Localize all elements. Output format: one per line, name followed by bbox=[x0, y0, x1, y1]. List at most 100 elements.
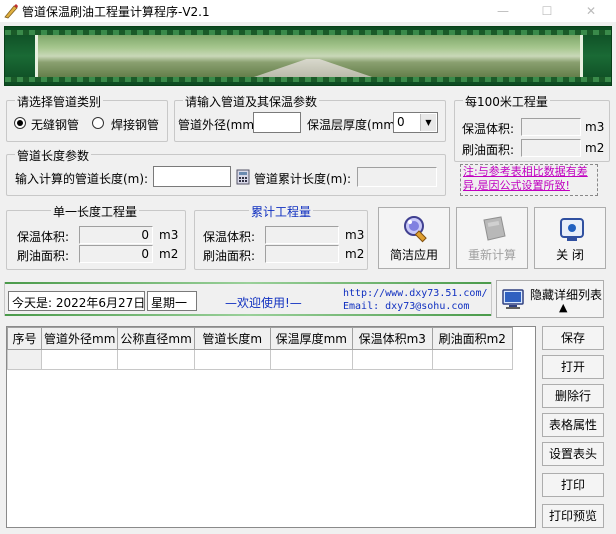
outer-diameter-label: 管道外径(mm) bbox=[178, 118, 259, 132]
thickness-select[interactable]: 0 ▼ bbox=[393, 112, 438, 133]
single-area-label: 刷油面积: bbox=[17, 249, 70, 263]
recalculate-button[interactable]: 重新计算 bbox=[456, 207, 528, 269]
apply-button[interactable]: 简洁应用 bbox=[378, 207, 450, 269]
row-header-cell[interactable] bbox=[7, 349, 42, 370]
weekday-display: 星期一 bbox=[147, 291, 197, 311]
title-bar: 管道保温刷油工程量计算程序-V2.1 — ☐ ✕ bbox=[0, 0, 616, 22]
banner-stripe bbox=[5, 77, 611, 82]
group-title: 累计工程量 bbox=[249, 203, 314, 220]
calculator-icon bbox=[483, 216, 506, 241]
per100-volume-field bbox=[521, 118, 581, 136]
single-length-group: 单一长度工程量 保温体积: 0 m3 刷油面积: 0 m2 bbox=[6, 203, 186, 270]
calc-length-input[interactable] bbox=[153, 166, 231, 187]
radio-welded-label[interactable]: 焊接钢管 bbox=[111, 116, 159, 133]
group-title: 管道长度参数 bbox=[15, 147, 92, 164]
info-bar: 今天是: 2022年6月27日 星期一 —欢迎使用!— http://www.d… bbox=[4, 282, 492, 316]
single-volume-unit: m3 bbox=[159, 228, 179, 242]
open-button[interactable]: 打开 bbox=[542, 355, 604, 379]
table-cell[interactable] bbox=[269, 349, 353, 370]
total-length-label: 管道累计长度(m): bbox=[254, 172, 352, 186]
cumulative-group: 累计工程量 保温体积: m3 刷油面积: m2 bbox=[194, 203, 368, 270]
column-header[interactable]: 保温体积m3 bbox=[351, 327, 433, 350]
exit-icon bbox=[560, 218, 584, 241]
close-button-label: 关 闭 bbox=[556, 248, 584, 262]
group-title: 请输入管道及其保温参数 bbox=[183, 93, 320, 110]
cumulative-area-unit: m2 bbox=[345, 247, 365, 261]
single-area-field: 0 bbox=[79, 245, 153, 263]
welcome-text: —欢迎使用!— bbox=[225, 296, 302, 310]
pipe-type-group: 请选择管道类别 无缝钢管 焊接钢管 bbox=[6, 93, 168, 142]
single-area-unit: m2 bbox=[159, 247, 179, 261]
maximize-button[interactable]: ☐ bbox=[526, 0, 568, 22]
thickness-label: 保温层厚度(mm) bbox=[307, 118, 400, 132]
website-link[interactable]: http://www.dxy73.51.com/ bbox=[343, 288, 488, 299]
table-cell[interactable] bbox=[117, 349, 195, 370]
email-link[interactable]: Email: dxy73@sohu.com bbox=[343, 301, 469, 312]
set-header-button[interactable]: 设置表头 bbox=[542, 442, 604, 466]
hide-list-button[interactable]: 隐藏详细列表 ▲ bbox=[496, 280, 604, 318]
per100-area-field bbox=[521, 139, 581, 157]
table-header-row: 序号 管道外径mm 公称直径mm 管道长度m 保温厚度mm 保温体积m3 刷油面… bbox=[7, 327, 513, 350]
cumulative-volume-unit: m3 bbox=[345, 228, 365, 242]
calculator-icon[interactable] bbox=[236, 169, 250, 185]
per100-area-label: 刷油面积: bbox=[462, 143, 515, 157]
close-button[interactable]: 关 闭 bbox=[534, 207, 606, 269]
recalculate-button-label: 重新计算 bbox=[467, 248, 516, 262]
per100-area-unit: m2 bbox=[585, 141, 605, 155]
calc-length-label: 输入计算的管道长度(m): bbox=[15, 172, 149, 186]
apply-button-label: 简洁应用 bbox=[389, 248, 438, 262]
arrow-up-icon: ▲ bbox=[559, 301, 568, 314]
radio-seamless-label[interactable]: 无缝钢管 bbox=[31, 116, 79, 133]
minimize-button[interactable]: — bbox=[482, 0, 524, 22]
cumulative-area-label: 刷油面积: bbox=[203, 249, 256, 263]
column-header[interactable]: 公称直径mm bbox=[117, 327, 195, 350]
table-cell[interactable] bbox=[40, 349, 119, 370]
table-cell[interactable] bbox=[431, 349, 513, 370]
column-header[interactable]: 保温厚度mm bbox=[269, 327, 353, 350]
formula-note-link[interactable]: 注:与参考表相比数据有差异,是因公式设置所致! bbox=[460, 164, 598, 196]
group-title: 单一长度工程量 bbox=[51, 203, 140, 220]
banner-image bbox=[4, 26, 612, 86]
chevron-down-icon[interactable]: ▼ bbox=[420, 114, 436, 131]
monitor-icon bbox=[502, 289, 524, 309]
banner-photo bbox=[35, 35, 583, 79]
column-header[interactable]: 序号 bbox=[7, 327, 42, 350]
table-properties-button[interactable]: 表格属性 bbox=[542, 413, 604, 437]
print-preview-button[interactable]: 打印预览 bbox=[542, 504, 604, 528]
print-button[interactable]: 打印 bbox=[542, 473, 604, 497]
cumulative-volume-label: 保温体积: bbox=[203, 230, 256, 244]
close-window-button[interactable]: ✕ bbox=[570, 0, 612, 22]
group-title: 每100米工程量 bbox=[463, 93, 550, 110]
window-title: 管道保温刷油工程量计算程序-V2.1 bbox=[22, 5, 210, 19]
date-display: 今天是: 2022年6月27日 bbox=[8, 291, 145, 311]
magnifier-icon bbox=[404, 216, 427, 243]
per100-volume-unit: m3 bbox=[585, 120, 605, 134]
cumulative-area-field bbox=[265, 245, 339, 263]
per100-group: 每100米工程量 保温体积: m3 刷油面积: m2 bbox=[454, 93, 610, 162]
save-button[interactable]: 保存 bbox=[542, 326, 604, 350]
column-header[interactable]: 管道长度m bbox=[193, 327, 271, 350]
thickness-value: 0 bbox=[397, 115, 405, 129]
total-length-field bbox=[357, 167, 437, 187]
app-icon bbox=[4, 4, 18, 19]
divider bbox=[5, 282, 491, 284]
delete-row-button[interactable]: 删除行 bbox=[542, 384, 604, 408]
table-cell[interactable] bbox=[351, 349, 433, 370]
pipe-params-group: 请输入管道及其保温参数 管道外径(mm) 保温层厚度(mm) 0 ▼ bbox=[174, 93, 446, 142]
cumulative-volume-field bbox=[265, 226, 339, 244]
column-header[interactable]: 管道外径mm bbox=[40, 327, 119, 350]
per100-volume-label: 保温体积: bbox=[462, 122, 515, 136]
banner-road bbox=[248, 59, 378, 79]
radio-seamless[interactable] bbox=[14, 117, 26, 129]
single-volume-field: 0 bbox=[79, 226, 153, 244]
length-group: 管道长度参数 输入计算的管道长度(m): 管道累计长度(m): bbox=[6, 147, 446, 196]
group-title: 请选择管道类别 bbox=[15, 93, 104, 110]
column-header[interactable]: 刷油面积m2 bbox=[431, 327, 513, 350]
divider bbox=[5, 314, 491, 316]
single-volume-label: 保温体积: bbox=[17, 230, 70, 244]
table-cell[interactable] bbox=[193, 349, 271, 370]
radio-welded[interactable] bbox=[92, 117, 104, 129]
outer-diameter-input[interactable] bbox=[253, 112, 301, 133]
data-table[interactable]: 序号 管道外径mm 公称直径mm 管道长度m 保温厚度mm 保温体积m3 刷油面… bbox=[6, 326, 536, 528]
table-row[interactable] bbox=[7, 349, 513, 370]
